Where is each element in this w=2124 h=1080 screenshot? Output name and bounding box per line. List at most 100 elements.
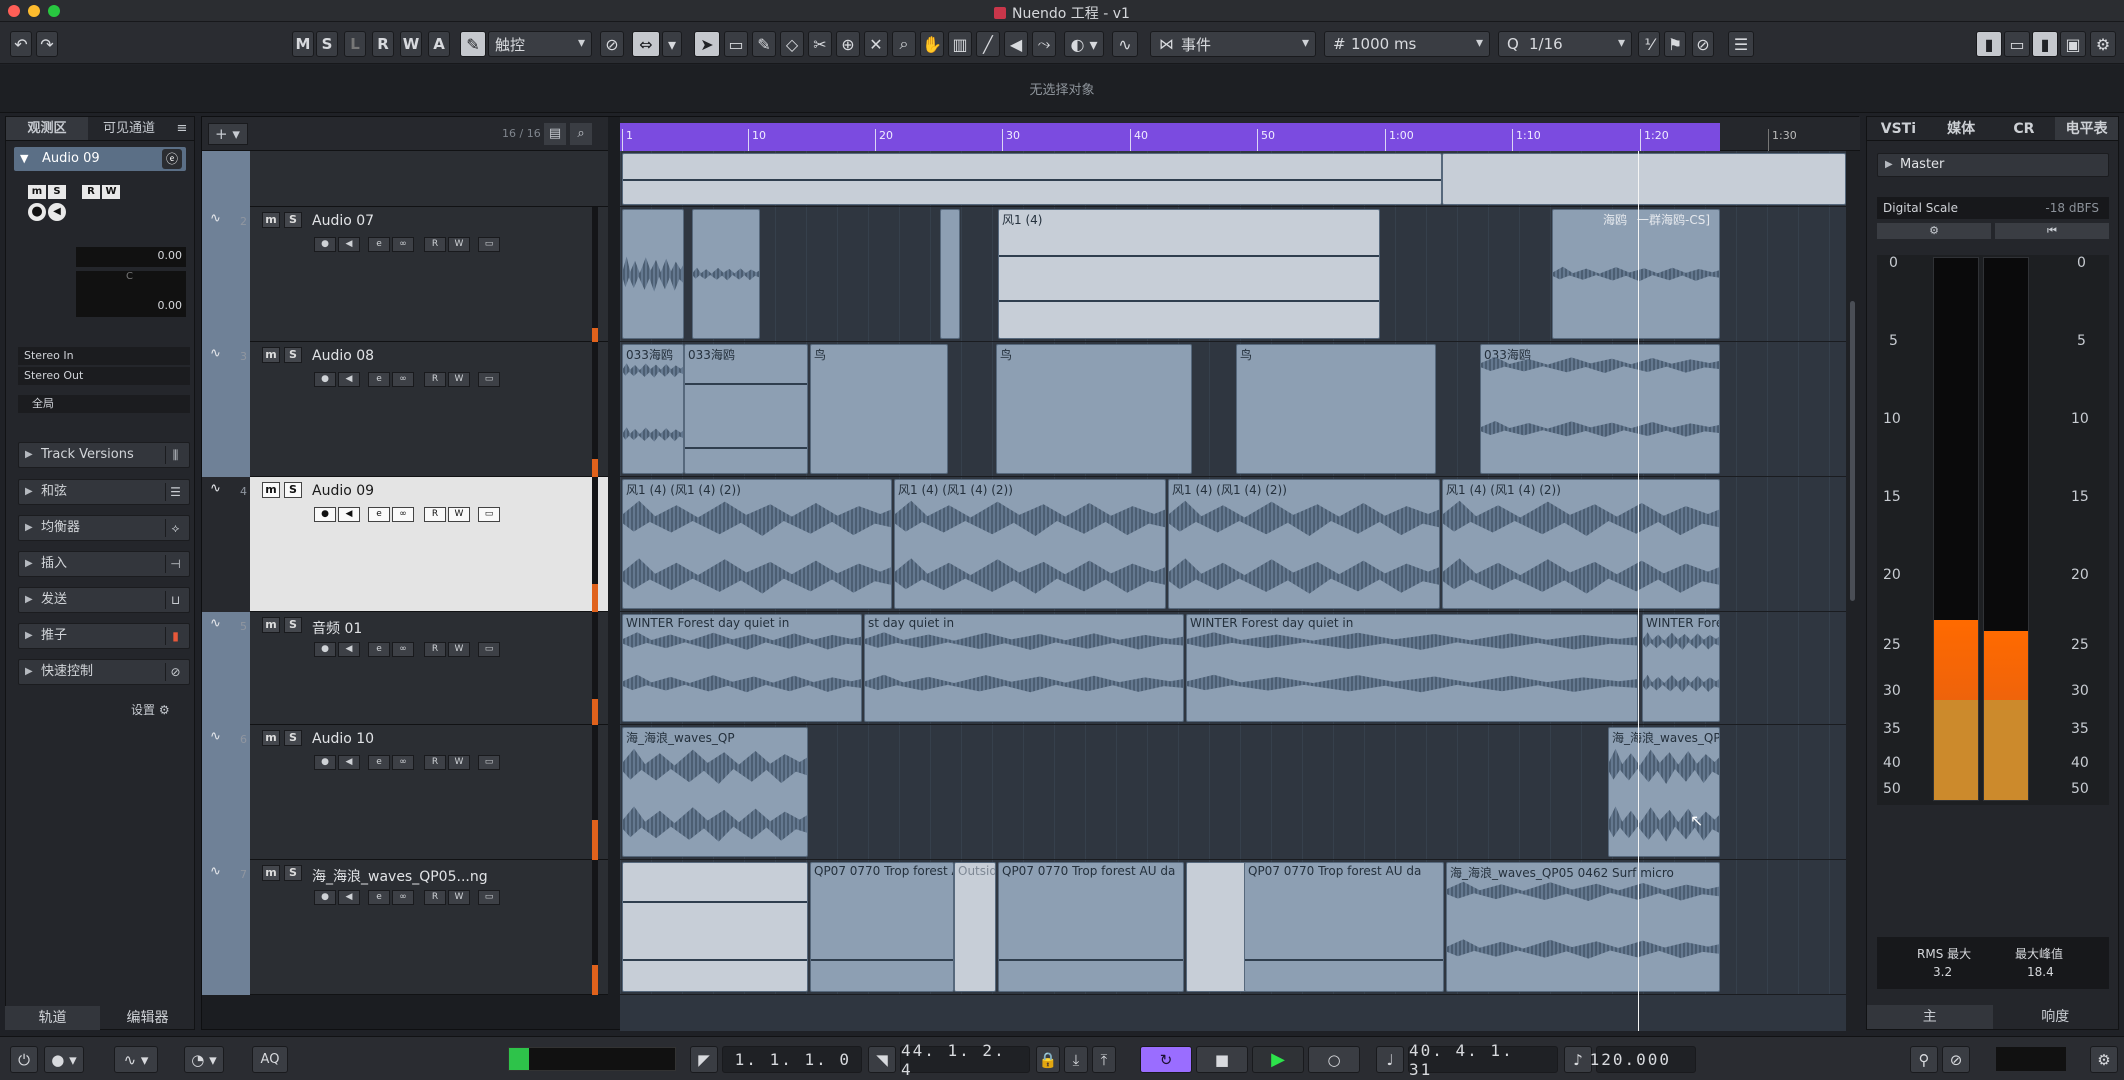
track-list-options-icon[interactable]: ▤	[544, 123, 566, 145]
edit-channel-icon[interactable]: ⓔ	[162, 149, 182, 169]
left-locator-field[interactable]: 1. 1. 1. 0	[722, 1046, 862, 1073]
track-solo-button[interactable]: S	[284, 617, 302, 633]
undo-button[interactable]: ↶	[10, 31, 32, 57]
audio-event[interactable]: 风1 (4) (风1 (4) (2))	[1168, 479, 1440, 609]
track-header[interactable]: ∿ 6 m S Audio 10 ● ◀ e ∞ R W ▭	[202, 725, 608, 860]
audio-event[interactable]: 033海鸥	[684, 344, 808, 474]
versions-button[interactable]: ▭	[478, 755, 500, 770]
audio-event[interactable]: WINTER Forest day quiet in	[1186, 614, 1638, 722]
section-fader[interactable]: 推子 ▮	[18, 623, 190, 649]
record-enable-button[interactable]: ●	[314, 507, 336, 522]
inspector-menu-icon[interactable]: ≡	[170, 117, 194, 140]
versions-button[interactable]: ▭	[478, 237, 500, 252]
write-button[interactable]: W	[448, 372, 470, 387]
read-button[interactable]: R	[424, 755, 446, 770]
quantize-reset-button[interactable]: ⊘	[1692, 31, 1714, 57]
project-cursor[interactable]	[1638, 151, 1639, 1031]
digital-scale[interactable]: Digital Scale -18 dBFS	[1877, 197, 2109, 219]
lanes-button[interactable]: ∞	[392, 237, 414, 252]
eraser-tool[interactable]: ◇	[780, 31, 804, 57]
tab-vsti[interactable]: VSTi	[1867, 117, 1930, 140]
audio-event[interactable]	[622, 153, 1442, 205]
record-enable-button[interactable]: ●	[314, 755, 336, 770]
warp-tool[interactable]: ⤳	[1032, 31, 1056, 57]
auto-scroll-dropdown[interactable]: ▾	[662, 31, 682, 57]
audio-event[interactable]: 风1 (4) (风1 (4) (2))	[622, 479, 892, 609]
metronome-icon[interactable]: ♩	[1376, 1046, 1404, 1073]
automation-mode-select[interactable]: 触控	[488, 31, 592, 57]
audio-event[interactable]	[622, 862, 808, 992]
versions-button[interactable]: ▭	[478, 890, 500, 905]
section-track-versions[interactable]: Track Versions ⫼	[18, 442, 190, 468]
track-name[interactable]: Audio 09	[312, 483, 374, 499]
track-solo-button[interactable]: S	[284, 865, 302, 881]
snap-type-select[interactable]: ⋈ 事件	[1150, 31, 1316, 57]
track-mute-button[interactable]: m	[262, 730, 280, 746]
position-display[interactable]: 40. 4. 1. 31	[1408, 1041, 1558, 1079]
tab-editor[interactable]: 编辑器	[100, 1006, 195, 1030]
track-solo-button[interactable]: S	[284, 212, 302, 228]
range-select-tool[interactable]: ▭	[724, 31, 748, 57]
hand-tool[interactable]: ✋	[920, 31, 944, 57]
right-locator-icon[interactable]: ◥	[868, 1046, 896, 1073]
edit-button[interactable]: e	[368, 890, 390, 905]
zoom-tool[interactable]: ⌕	[892, 31, 916, 57]
iterative-quantize-button[interactable]: ⅟	[1638, 31, 1660, 57]
versions-button[interactable]: ▭	[478, 507, 500, 522]
show-right-zone-button[interactable]: ▮	[2032, 31, 2058, 57]
transport-settings-gear-icon[interactable]: ⚙	[2090, 1046, 2118, 1073]
audio-event[interactable]: 033海鸥	[1480, 344, 1720, 474]
write-automation-button[interactable]: W	[400, 31, 422, 57]
pan-value-field[interactable]: 0.00	[76, 297, 186, 317]
audio-connection-button[interactable]: ∿ ▾	[114, 1046, 158, 1073]
lanes-button[interactable]: ∞	[392, 507, 414, 522]
audio-event[interactable]: 鸟	[810, 344, 948, 474]
audio-event[interactable]: 风1 (4) (风1 (4) (2))	[1442, 479, 1720, 609]
automation-panel-button[interactable]: A	[428, 31, 450, 57]
group-routing[interactable]: 全局	[18, 395, 190, 413]
audio-event[interactable]	[1442, 153, 1846, 205]
meter-reset-button[interactable]: ⏮	[1995, 223, 2109, 239]
sync-icon[interactable]: ⚲	[1910, 1046, 1938, 1073]
section-sends[interactable]: 发送 ⊔	[18, 587, 190, 613]
track-name[interactable]: 音频 01	[312, 618, 362, 638]
record-enable-button[interactable]: ●	[314, 890, 336, 905]
edit-button[interactable]: e	[368, 372, 390, 387]
audio-event[interactable]: QP07 0770 Trop forest AU da	[1244, 862, 1444, 992]
audio-event[interactable]: WINTER Fore	[1642, 614, 1720, 722]
read-button[interactable]: R	[424, 507, 446, 522]
track-header[interactable]: ∿ 7 m S 海_海浪_waves_QP05...ng ● ◀ e ∞ R W…	[202, 860, 608, 995]
inspector-read-button[interactable]: R	[82, 185, 100, 199]
track-mute-button[interactable]: m	[262, 865, 280, 881]
quantize-preset-button[interactable]: ⚑	[1664, 31, 1686, 57]
locator-range[interactable]	[620, 123, 1720, 151]
track-name[interactable]: Audio 10	[312, 731, 374, 747]
left-locator-icon[interactable]: ◤	[690, 1046, 718, 1073]
play-tool[interactable]: ◀	[1004, 31, 1028, 57]
right-locator-field[interactable]: 44. 1. 2. 4	[900, 1041, 1030, 1079]
write-button[interactable]: W	[448, 755, 470, 770]
inspector-mute-button[interactable]: m	[28, 185, 46, 199]
external-sync-icon[interactable]: ⊘	[1942, 1046, 1970, 1073]
listen-all-button[interactable]: L	[344, 31, 366, 57]
section-chords[interactable]: 和弦 ☰	[18, 479, 190, 505]
comp-tool[interactable]: ▥	[948, 31, 972, 57]
audio-event[interactable]	[692, 209, 760, 339]
suspend-automation-button[interactable]: ⊘	[600, 31, 624, 57]
color-tool[interactable]: ◐ ▾	[1064, 31, 1104, 57]
audio-quantize-button[interactable]: AQ	[252, 1046, 288, 1073]
vertical-scrollbar[interactable]	[1846, 151, 1860, 1031]
audio-event[interactable]: QP07 0770 Trop forest AU da	[998, 862, 1184, 992]
inspector-monitor-button[interactable]: ◀	[48, 203, 66, 221]
track-solo-button[interactable]: S	[284, 347, 302, 363]
audio-event[interactable]: 鸟	[1236, 344, 1436, 474]
track-header[interactable]: ∿ 5 m S 音频 01 ● ◀ e ∞ R W ▭	[202, 612, 608, 725]
tab-loudness[interactable]: 响度	[1993, 1005, 2119, 1029]
track-header[interactable]: ∿ 3 m S Audio 08 ● ◀ e ∞ R W ▭	[202, 342, 608, 477]
solo-all-button[interactable]: S	[316, 31, 338, 57]
audio-event[interactable]: 海_海浪_waves_QP	[1608, 727, 1720, 857]
track-solo-button[interactable]: S	[284, 482, 302, 498]
tab-control-room[interactable]: CR	[1993, 117, 2056, 140]
show-left-zone-button[interactable]: ▮	[1976, 31, 2002, 57]
read-automation-button[interactable]: R	[372, 31, 394, 57]
